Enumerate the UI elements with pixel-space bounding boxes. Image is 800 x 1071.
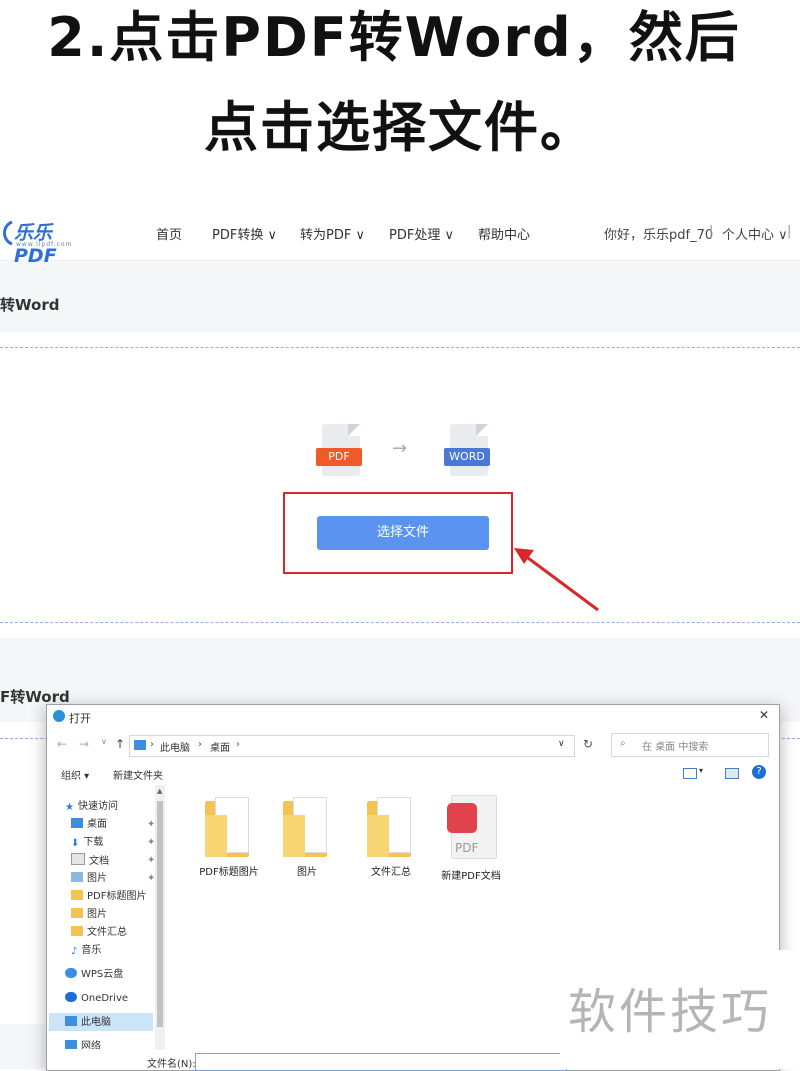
scroll-up-icon[interactable]: ▲ (157, 787, 162, 795)
dialog-title: 打开 (69, 712, 91, 725)
choose-file-button[interactable]: 选择文件 (317, 516, 489, 550)
page-title: 转Word (0, 296, 60, 314)
picture-icon (71, 872, 83, 882)
sidebar-item-documents[interactable]: 文档 ✦ (71, 853, 155, 869)
logo-mark-icon (3, 220, 13, 246)
network-icon (65, 1040, 77, 1049)
search-input[interactable]: ⌕ 在 桌面 中搜索 (611, 733, 769, 757)
desktop-icon (71, 818, 83, 828)
refresh-icon[interactable]: ↻ (583, 737, 593, 751)
file-item-images[interactable]: 图片 (267, 797, 347, 878)
forward-icon[interactable]: → (79, 737, 89, 751)
dashed-divider (0, 347, 800, 348)
instruction-caption-line2: 点击选择文件。 (204, 96, 596, 159)
pdf-document-icon: PDF (445, 795, 497, 859)
view-dropdown-icon[interactable]: ▾ (699, 766, 703, 775)
back-icon[interactable]: ← (57, 737, 67, 751)
sidebar-item-file-summary[interactable]: 文件汇总 (71, 925, 127, 941)
sidebar-item-images-folder[interactable]: 图片 (71, 907, 107, 923)
sidebar-item-desktop[interactable]: 桌面 ✦ (71, 817, 155, 833)
folder-icon (283, 797, 331, 857)
computer-icon (65, 1016, 77, 1026)
folder-icon (367, 797, 415, 857)
watermark-text: 软件技巧 (568, 984, 773, 1040)
folder-icon (71, 890, 83, 900)
sidebar-item-pictures[interactable]: 图片 ✦ (71, 871, 155, 887)
arrow-right-icon: → (392, 438, 408, 459)
breadcrumb-desktop[interactable]: 桌面 (210, 739, 230, 754)
sidebar-item-music[interactable]: ♪ 音乐 (71, 943, 101, 959)
folder-icon (205, 797, 253, 857)
filename-input[interactable] (195, 1053, 567, 1071)
folder-icon (71, 908, 83, 918)
nav-pdf-convert[interactable]: PDF转换 ∨ (212, 224, 277, 243)
nav-user-center[interactable]: 个人中心 ∨ (722, 224, 788, 243)
close-icon[interactable]: ✕ (759, 708, 769, 722)
user-greeting[interactable]: 你好，乐乐pdf_70 (604, 224, 713, 243)
nav-separator-end: | (787, 224, 792, 239)
sidebar-item-this-pc[interactable]: 此电脑 (65, 1015, 111, 1031)
preview-pane-icon[interactable] (725, 768, 739, 779)
nav-pdf-process[interactable]: PDF处理 ∨ (389, 224, 454, 243)
pdf-file-icon: PDF (316, 424, 362, 480)
nav-home[interactable]: 首页 (156, 224, 182, 243)
address-dropdown-icon[interactable]: ∨ (558, 739, 565, 749)
onedrive-icon (65, 992, 77, 1002)
pc-icon (134, 740, 146, 750)
site-navbar: 乐乐PDF www.llpdf.com 首页 PDF转换 ∨ 转为PDF ∨ P… (0, 206, 800, 267)
folder-icon (71, 926, 83, 936)
music-icon: ♪ (71, 946, 78, 957)
dialog-sidebar: ★ 快速访问 桌面 ✦ ⬇ 下载 ✦ 文档 ✦ 图片 ✦ PDF标题图片 图片 文件汇总 ♪… (47, 785, 165, 1070)
dialog-titlebar: 打开 ✕ (47, 705, 779, 729)
up-icon[interactable]: ↑ (115, 737, 125, 751)
sidebar-item-network[interactable]: 网络 (65, 1039, 101, 1049)
word-file-icon: WORD (444, 424, 490, 480)
download-icon: ⬇ (71, 838, 80, 849)
sidebar-item-pdf-title-images[interactable]: PDF标题图片 (71, 889, 146, 905)
dialog-toolbar: 组织 ▾ 新建文件夹 ▾ ? (47, 763, 779, 785)
file-item-pdf-title-images[interactable]: PDF标题图片 (189, 797, 269, 878)
star-icon: ★ (65, 802, 74, 813)
file-item-file-summary[interactable]: 文件汇总 (351, 797, 431, 878)
instruction-caption-line1: 2.点击PDF转Word，然后 (47, 6, 741, 69)
organize-button[interactable]: 组织 ▾ (61, 767, 89, 782)
breadcrumb-this-pc[interactable]: 此电脑 (160, 739, 190, 754)
sidebar-item-onedrive[interactable]: OneDrive (65, 991, 128, 1007)
red-pointer-arrow-icon (514, 548, 599, 612)
logo-url-text: www.llpdf.com (16, 241, 73, 248)
search-icon: ⌕ (620, 738, 626, 749)
nav-to-pdf[interactable]: 转为PDF ∨ (300, 224, 365, 243)
nav-separator: | (709, 224, 714, 239)
sidebar-item-downloads[interactable]: ⬇ 下载 ✦ (71, 835, 155, 851)
sidebar-scroll-thumb[interactable] (157, 801, 163, 1027)
address-bar[interactable]: › 此电脑 › 桌面 › ∨ (129, 735, 575, 757)
nav-help-center[interactable]: 帮助中心 (478, 224, 530, 243)
filename-label: 文件名(N): (147, 1059, 196, 1070)
file-item-new-pdf[interactable]: PDF 新建PDF文档 (431, 795, 511, 882)
sidebar-item-quick-access[interactable]: ★ 快速访问 (65, 799, 118, 815)
cloud-icon (65, 968, 77, 978)
document-icon (71, 853, 85, 865)
section-header-band (0, 262, 800, 332)
recent-chevron-icon[interactable]: ∨ (101, 737, 107, 746)
new-folder-button[interactable]: 新建文件夹 (113, 767, 163, 782)
help-icon[interactable]: ? (752, 765, 766, 779)
view-options-icon[interactable] (683, 768, 697, 779)
sidebar-item-wps-cloud[interactable]: WPS云盘 (65, 967, 123, 983)
dashed-divider-2 (0, 622, 800, 623)
app-icon (53, 710, 65, 722)
